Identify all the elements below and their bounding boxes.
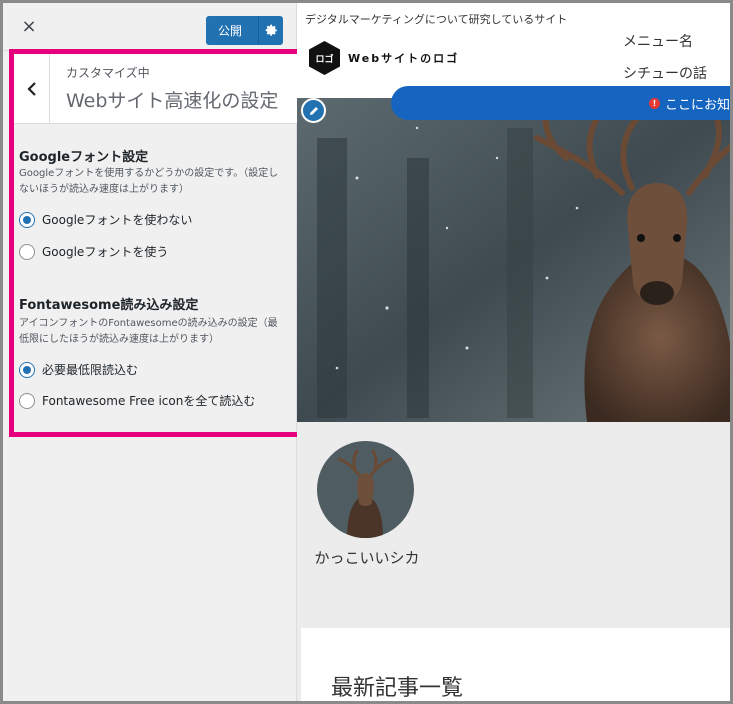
customizer-topbar: × 公開 xyxy=(3,3,296,51)
logo-text: Webサイトのロゴ xyxy=(348,52,460,65)
author-avatar xyxy=(317,441,414,538)
publish-group: 公開 xyxy=(206,16,283,45)
site-header: デジタルマーケティングについて研究しているサイト ロゴ Webサイトのロゴ メニ… xyxy=(297,3,730,98)
alert-icon: ! xyxy=(649,97,660,109)
site-logo[interactable]: ロゴ Webサイトのロゴ xyxy=(309,41,459,75)
notice-text: ここにお知 xyxy=(665,97,731,113)
close-button[interactable]: × xyxy=(15,13,43,41)
publish-settings-button[interactable] xyxy=(258,16,283,45)
gear-icon xyxy=(265,24,277,36)
edit-shortcut-button[interactable] xyxy=(301,98,326,123)
publish-button[interactable]: 公開 xyxy=(206,22,258,39)
site-tagline: デジタルマーケティングについて研究しているサイト xyxy=(305,13,568,26)
author-name: かっこいいシカ xyxy=(314,549,420,567)
latest-posts-heading: 最新記事一覧 xyxy=(331,676,464,701)
notice-bar[interactable]: ! ここにお知 xyxy=(391,86,731,120)
nav-menu-item[interactable]: シチューの話 xyxy=(623,63,707,83)
logo-mark: ロゴ xyxy=(309,41,340,75)
site-preview: デジタルマーケティングについて研究しているサイト ロゴ Webサイトのロゴ メニ… xyxy=(297,3,731,701)
nav-menu-item[interactable]: メニュー名 xyxy=(623,31,693,51)
window-frame: × 公開 カスタマイズ中 Webサイト高速化の設定 Googleフォント設定 G… xyxy=(0,0,733,704)
hero-image xyxy=(297,98,730,422)
highlight-box xyxy=(9,49,302,437)
latest-posts-card: 最新記事一覧 xyxy=(301,628,730,701)
pencil-icon xyxy=(309,106,318,115)
